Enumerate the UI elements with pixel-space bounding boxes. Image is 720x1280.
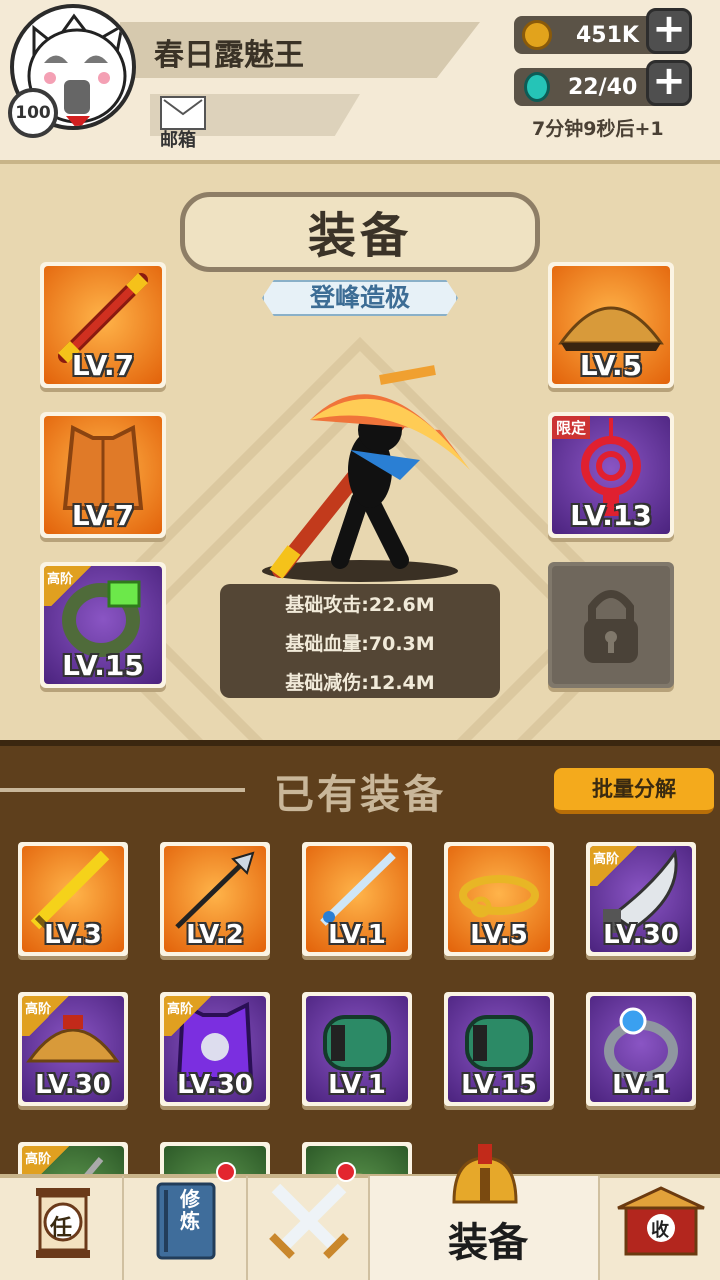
inventory-item[interactable]: 高阶 LV.30 (586, 842, 696, 956)
inventory-item[interactable]: LV.2 (160, 842, 270, 956)
inventory-item[interactable]: 高阶 LV.30 (18, 992, 128, 1106)
item-bg: LV.15 (448, 996, 550, 1102)
slot-level: LV.5 (579, 349, 643, 382)
nav-tab-tasks[interactable]: 任 (0, 1176, 124, 1280)
item-level: LV.1 (612, 1070, 670, 1100)
item-level: LV.3 (44, 920, 102, 950)
inventory-item[interactable]: LV.1 (302, 842, 412, 956)
stat-defense: 基础减伤:12.4M (285, 672, 435, 694)
slot-bg: 高阶 LV.15 (44, 566, 162, 684)
high-tier-tag: 高阶 (590, 846, 644, 886)
slot-bg (552, 566, 670, 684)
stamina-counter: 22/40 (514, 68, 664, 106)
slot-level: LV.15 (62, 649, 144, 682)
item-level: LV.1 (328, 1070, 386, 1100)
item-level: LV.30 (603, 920, 679, 950)
add-coins-button[interactable]: + (646, 8, 692, 54)
equip-slot-accessory[interactable]: 限定 LV.13 (548, 412, 674, 538)
stamina-amount: 22/40 (568, 74, 638, 100)
inventory-item[interactable]: LV.15 (444, 992, 554, 1106)
inventory-item[interactable]: LV.5 (444, 842, 554, 956)
slot-level: LV.13 (570, 499, 652, 532)
equip-slot-hat[interactable]: LV.5 (548, 262, 674, 388)
slot-level: LV.7 (71, 499, 135, 532)
coin-icon (522, 20, 552, 50)
equip-slot-weapon[interactable]: LV.7 (40, 262, 166, 388)
equip-slot-ring[interactable]: 高阶 LV.15 (40, 562, 166, 688)
item-bg: 高阶 LV.30 (164, 996, 266, 1102)
nav-tab-training[interactable]: 修炼 (124, 1162, 248, 1280)
tier-label: 登峰造极 (309, 283, 410, 312)
stickman-hero-icon (269, 365, 470, 579)
equipment-title: 装备 (307, 208, 412, 264)
item-bg: LV.1 (306, 846, 408, 952)
nav-tab-collect[interactable]: 收 (600, 1176, 720, 1280)
item-bg: LV.5 (448, 846, 550, 952)
mail-icon[interactable] (160, 96, 206, 130)
item-level: LV.2 (186, 920, 244, 950)
slot-bg: LV.7 (44, 416, 162, 534)
item-bg: LV.2 (164, 846, 266, 952)
player-level-badge: 100 (8, 88, 58, 138)
item-bg: 高阶 LV.30 (22, 996, 124, 1102)
high-tier-tag: 高阶 (164, 996, 218, 1036)
notification-dot (216, 1162, 236, 1182)
nav-training-label: 修炼 (180, 1187, 200, 1233)
nav-task-label: 任 (50, 1216, 73, 1241)
item-level: LV.30 (177, 1070, 253, 1100)
item-level: LV.5 (470, 920, 528, 950)
high-tier-tag: 高阶 (44, 566, 98, 606)
coin-amount: 451K (576, 22, 639, 48)
slot-level: LV.7 (71, 349, 135, 382)
inventory-item[interactable]: LV.1 (302, 992, 412, 1106)
nav-tab-battle[interactable] (248, 1162, 370, 1280)
coin-counter: 451K (514, 16, 664, 54)
mail-label[interactable]: 邮箱 (160, 126, 196, 152)
slot-bg: LV.7 (44, 266, 162, 384)
item-level: LV.1 (328, 920, 386, 950)
add-stamina-button[interactable]: + (646, 60, 692, 106)
crossed-swords-icon (269, 1183, 349, 1259)
slot-bg: 限定 LV.13 (552, 416, 670, 534)
high-tier-tag: 高阶 (22, 996, 76, 1036)
item-bg: LV.1 (306, 996, 408, 1102)
stat-attack: 基础攻击:22.6M (285, 594, 435, 616)
player-name: 春日露魅王 (154, 38, 304, 73)
notification-dot (336, 1162, 356, 1182)
inventory-item[interactable]: LV.1 (586, 992, 696, 1106)
equip-slot-locked[interactable] (548, 562, 674, 688)
stamina-timer: 7分钟9秒后+1 (532, 118, 664, 140)
item-level: LV.15 (461, 1070, 537, 1100)
item-bg: LV.1 (590, 996, 692, 1102)
item-bg: 高阶 LV.30 (590, 846, 692, 952)
bulk-dismantle-button[interactable]: 批量分解 (554, 768, 714, 814)
stamina-gem-icon (524, 72, 550, 102)
equip-slot-armor[interactable]: LV.7 (40, 412, 166, 538)
inventory-item[interactable]: LV.3 (18, 842, 128, 956)
slot-bg: LV.5 (552, 266, 670, 384)
stats-box: 基础攻击:22.6M 基础血量:70.3M 基础减伤:12.4M (220, 584, 500, 698)
item-bg: LV.3 (22, 846, 124, 952)
stat-hp: 基础血量:70.3M (285, 633, 435, 655)
item-level: LV.30 (35, 1070, 111, 1100)
limited-tag: 限定 (552, 416, 591, 439)
nav-collect-label: 收 (651, 1220, 669, 1241)
lock-icon (584, 590, 638, 663)
helmet-icon (452, 1144, 518, 1204)
inventory-item[interactable]: 高阶 LV.30 (160, 992, 270, 1106)
nav-equipment-label: 装备 (448, 1220, 528, 1266)
